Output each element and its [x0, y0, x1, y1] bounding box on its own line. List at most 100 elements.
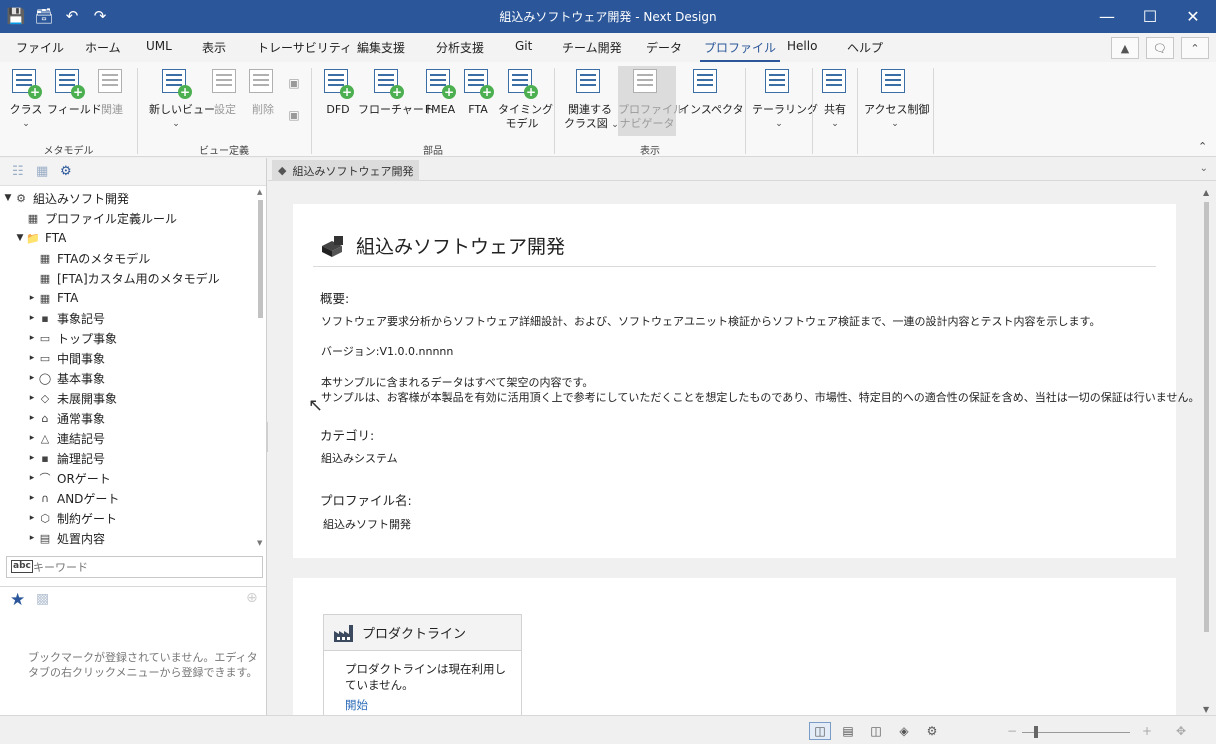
tree-node[interactable]: ▸ ▪ 論理記号: [0, 448, 256, 468]
tab-uml[interactable]: UML: [146, 39, 172, 53]
fit-to-screen-icon[interactable]: ✥: [1170, 722, 1192, 740]
tab-data[interactable]: データ: [646, 39, 682, 56]
tab-profile[interactable]: プロファイル: [699, 39, 781, 63]
tab-edit-support[interactable]: 編集支援: [357, 39, 405, 56]
expand-arrow-icon[interactable]: ▸: [26, 433, 38, 443]
expand-arrow-icon[interactable]: ▸: [26, 473, 38, 483]
timing-model-button[interactable]: + タイミング モデル: [498, 67, 553, 131]
start-link[interactable]: 開始: [345, 697, 368, 713]
tree-node[interactable]: ▸ ◯ 基本事象: [0, 368, 256, 388]
inspector-button[interactable]: インスペクタ: [679, 67, 744, 117]
tree-node[interactable]: ▸ ⌒ ORゲート: [0, 468, 256, 488]
new-view-button[interactable]: + 新しいビュー ⌄: [149, 67, 215, 131]
tree-node[interactable]: ▸ ⌂ 通常事象: [0, 408, 256, 428]
view-settings-icon[interactable]: ⚙: [921, 722, 943, 740]
related-class-diagram-button[interactable]: 関連する クラス図 ⌄: [564, 67, 619, 132]
tree-node[interactable]: ▸ ▪ 事象記号: [0, 308, 256, 328]
tree-node[interactable]: ▦ FTAのメタモデル: [0, 248, 256, 268]
tab-list-chevron-icon[interactable]: ⌄: [1200, 163, 1208, 174]
layout-horizontal-icon[interactable]: ▤: [837, 722, 859, 740]
tab-help[interactable]: ヘルプ: [847, 39, 883, 56]
tree-node[interactable]: ▼ ⚙ 組込みソフト開発: [0, 188, 256, 208]
move-up-icon[interactable]: ▣: [284, 76, 304, 90]
scroll-up-icon[interactable]: ▲: [1203, 188, 1209, 197]
scroll-thumb[interactable]: [1204, 202, 1209, 632]
expand-arrow-icon[interactable]: ▸: [26, 333, 38, 343]
expand-arrow-icon[interactable]: ▸: [26, 413, 38, 423]
zoom-slider-track[interactable]: [1022, 732, 1130, 733]
collapse-ribbon-icon[interactable]: ⌃: [1198, 140, 1207, 153]
tab-home[interactable]: ホーム: [85, 39, 121, 56]
tree-node[interactable]: ▸ ▤ 処置内容: [0, 528, 256, 548]
expand-arrow-icon[interactable]: ▼: [2, 193, 14, 203]
minimize-icon[interactable]: —: [1084, 0, 1130, 33]
search-type-icon[interactable]: abc: [11, 560, 33, 573]
fmea-button[interactable]: + FMEA: [422, 67, 458, 117]
expand-arrow-icon[interactable]: ▸: [26, 453, 38, 463]
tree-node[interactable]: ▸ ▭ 中間事象: [0, 348, 256, 368]
scroll-down-icon[interactable]: ▼: [1203, 705, 1209, 714]
expand-arrow-icon[interactable]: ▸: [26, 533, 38, 543]
fta-button[interactable]: + FTA: [462, 67, 494, 117]
tailoring-button[interactable]: テーラリング ⌄: [752, 67, 818, 131]
settings-button[interactable]: 設定: [210, 67, 240, 117]
expand-arrow-icon[interactable]: ▸: [26, 493, 38, 503]
tree-node[interactable]: ▼ 📁 FTA: [0, 228, 256, 248]
tree-node[interactable]: ▦ プロファイル定義ルール: [0, 208, 256, 228]
dfd-button[interactable]: + DFD: [322, 67, 354, 117]
layers-icon[interactable]: ◈: [893, 722, 915, 740]
expand-arrow-icon[interactable]: ▸: [26, 393, 38, 403]
scroll-up-icon[interactable]: ▲: [257, 188, 262, 196]
tree-node[interactable]: ▸ ▦ FTA: [0, 288, 256, 308]
tab-team[interactable]: チーム開発: [562, 39, 622, 56]
scroll-down-icon[interactable]: ▼: [257, 539, 262, 547]
collapse-ribbon-icon[interactable]: ⌃: [1181, 37, 1209, 59]
bookmark-box-icon[interactable]: ▩: [36, 591, 49, 607]
bookmark-star-icon[interactable]: ★: [10, 590, 25, 610]
tree-view-icon[interactable]: ☷: [12, 164, 24, 179]
tree-node[interactable]: ▸ ⬡ 制約ゲート: [0, 508, 256, 528]
tab-hello[interactable]: Hello: [787, 39, 817, 53]
feedback-icon[interactable]: 🗨: [1146, 37, 1174, 59]
keyword-input[interactable]: [33, 559, 258, 575]
account-icon[interactable]: ▲: [1111, 37, 1139, 59]
tree-node[interactable]: ▦ [FTA]カスタム用のメタモデル: [0, 268, 256, 288]
zoom-in-icon[interactable]: +: [1136, 722, 1158, 740]
tab-file[interactable]: ファイル: [16, 39, 64, 56]
maximize-icon[interactable]: ☐: [1127, 0, 1173, 33]
tab-git[interactable]: Git: [515, 39, 532, 53]
expand-arrow-icon[interactable]: ▸: [26, 373, 38, 383]
close-icon[interactable]: ✕: [1170, 0, 1216, 33]
profile-navigator-button[interactable]: プロファイル ナビゲータ: [618, 66, 684, 136]
access-control-button[interactable]: アクセス制御 ⌄: [864, 67, 929, 131]
add-bookmark-icon[interactable]: ⊕: [246, 590, 258, 606]
tree-node[interactable]: ▸ ∩ ANDゲート: [0, 488, 256, 508]
expand-arrow-icon[interactable]: ▼: [14, 233, 26, 243]
expand-arrow-icon[interactable]: ▸: [26, 293, 38, 303]
editor-tab[interactable]: ◆ 組込みソフトウェア開発: [272, 160, 420, 181]
tree-node[interactable]: ▸ ◇ 未展開事象: [0, 388, 256, 408]
tree-scrollbar[interactable]: ▲ ▼: [256, 188, 266, 548]
field-button[interactable]: + フィールド: [47, 67, 102, 117]
expand-arrow-icon[interactable]: ▸: [26, 353, 38, 363]
zoom-out-icon[interactable]: −: [1001, 722, 1023, 740]
share-button[interactable]: 共有 ⌄: [820, 67, 850, 131]
class-button[interactable]: + クラス ⌄: [8, 67, 44, 131]
editor-scrollbar[interactable]: ▲ ▼: [1202, 188, 1212, 715]
tree-node[interactable]: ▸ ▭ トップ事象: [0, 328, 256, 348]
tab-analysis-support[interactable]: 分析支援: [436, 39, 484, 56]
expand-arrow-icon[interactable]: ▸: [26, 513, 38, 523]
expand-arrow-icon[interactable]: ▸: [26, 313, 38, 323]
zoom-slider-thumb[interactable]: [1034, 726, 1038, 738]
flowchart-button[interactable]: + フローチャート: [358, 67, 435, 117]
tab-view[interactable]: 表示: [202, 39, 226, 56]
tree-node[interactable]: ▸ △ 連結記号: [0, 428, 256, 448]
delete-button[interactable]: 削除: [247, 67, 279, 117]
sync-icon[interactable]: ⚙: [60, 164, 72, 179]
tab-traceability[interactable]: トレーサビリティ: [257, 39, 352, 56]
layout-single-icon[interactable]: ◫: [809, 722, 831, 740]
relation-button[interactable]: 関連: [96, 67, 128, 117]
move-down-icon[interactable]: ▣: [284, 108, 304, 122]
layout-vertical-icon[interactable]: ◫: [865, 722, 887, 740]
list-view-icon[interactable]: ▦: [36, 164, 48, 179]
